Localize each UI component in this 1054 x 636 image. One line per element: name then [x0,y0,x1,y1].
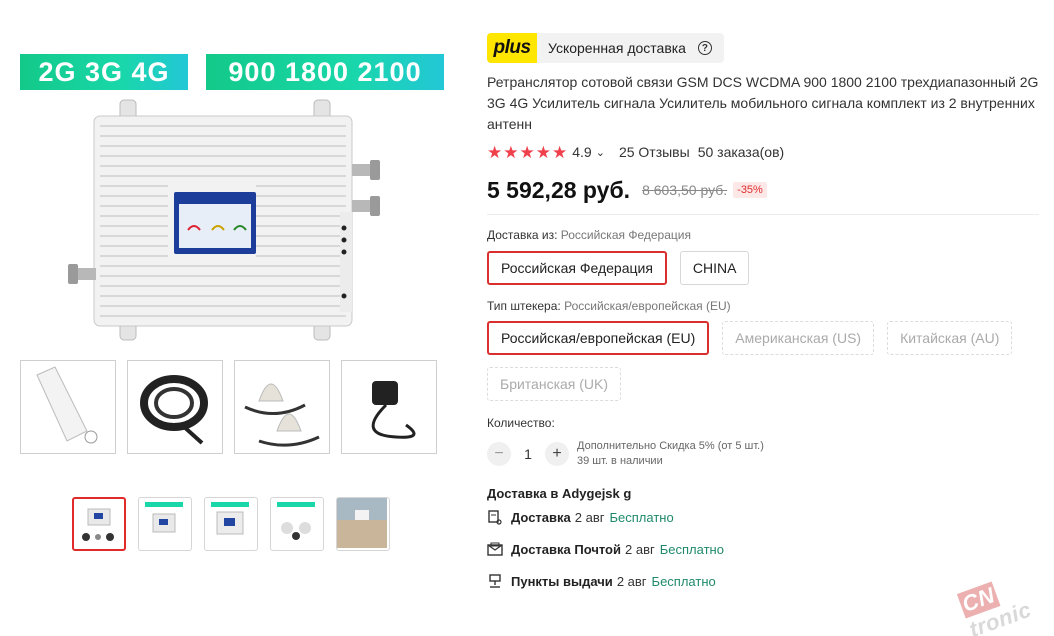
thumb-panel-antenna[interactable] [20,360,116,454]
ship-from-option-russia[interactable]: Российская Федерация [487,251,667,285]
ship-from-label-text: Доставка из: [487,228,558,242]
delivery-date: 2 авг [616,573,647,589]
image-thumb-3[interactable] [204,497,258,551]
rating-row: ★ ★ ★ ★ ★ 4.9 ⌄ 25 Отзывы 50 заказа(ов) [487,143,1042,161]
orders-count: 50 заказа(ов) [697,144,785,160]
plug-option-us[interactable]: Американская (US) [722,321,875,355]
delivery-option-courier: Доставка 2 авг Бесплатно [487,501,1042,533]
image-thumb-4[interactable] [270,497,324,551]
product-gallery: 2G 3G 4G 900 1800 2100 [0,0,470,636]
old-price: 8 603,50 руб. [642,182,728,198]
delivery-option-post: Доставка Почтой 2 авг Бесплатно [487,533,1042,565]
power-adapter-icon [371,381,416,439]
star-icon: ★ [519,142,535,162]
plus-logo: plus [487,33,537,63]
image-selector-thumbnails [72,497,390,551]
delivery-name: Пункты выдачи [511,573,613,589]
delivery-price: Бесплатно [609,509,674,525]
repeater-device-illustration [68,99,380,341]
image-thumb-2[interactable] [138,497,192,551]
plus-fast-delivery-banner[interactable]: plus Ускоренная доставка ? [487,33,724,63]
ship-from-option-china[interactable]: CHINA [679,251,750,285]
ship-from-label: Доставка из: Российская Федерация [487,228,1042,242]
star-icon: ★ [535,142,551,162]
quantity-plus-button[interactable]: + [545,442,569,466]
chevron-down-icon[interactable]: ⌄ [596,146,605,159]
star-icon: ★ [487,142,503,162]
ship-from-selected-value: Российская Федерация [560,228,691,242]
ship-from-options: Российская Федерация CHINA [487,251,1042,285]
panel-antenna-icon [36,366,98,444]
rating-value[interactable]: 4.9 [572,144,591,160]
thumb-ceiling-antennas[interactable] [234,360,330,454]
delivery-date: 2 авг [574,509,605,525]
band-tag-frequencies: 900 1800 2100 [206,54,444,90]
pickup-point-icon [487,573,503,589]
discount-badge: -35% [733,182,767,198]
stock-note: 39 шт. в наличии [577,455,663,467]
plug-option-eu[interactable]: Российская/европейская (EU) [487,321,710,355]
delivery-date: 2 авг [625,541,655,557]
quantity-stepper: − 1 + Дополнительно Скидка 5% (от 5 шт.)… [487,439,1042,469]
current-price: 5 592,28 руб. [487,176,631,203]
help-icon[interactable]: ? [697,41,712,55]
plug-type-options: Российская/европейская (EU) Американская… [487,321,1047,401]
plug-type-label: Тип штекера: Российская/европейская (EU) [487,299,1042,313]
bulk-discount-note: Дополнительно Скидка 5% (от 5 шт.) [577,440,764,452]
delivery-price: Бесплатно [659,541,724,557]
plug-type-selected-value: Российская/европейская (EU) [564,299,731,313]
plug-type-label-text: Тип штекера: [487,299,561,313]
plug-option-au[interactable]: Китайская (AU) [887,321,1013,355]
star-icon: ★ [503,142,519,162]
star-icon: ★ [552,142,568,162]
quantity-label: Количество: [487,416,555,430]
cable-coil-icon [140,375,208,445]
accessory-thumbnails [20,360,444,454]
reviews-link[interactable]: 25 Отзывы [619,144,690,160]
mail-icon [487,541,503,557]
plug-option-uk[interactable]: Британская (UK) [487,367,622,401]
product-info: plus Ускоренная доставка ? Ретранслятор … [487,33,1042,597]
quantity-input[interactable]: 1 [511,446,545,462]
quantity-note: Дополнительно Скидка 5% (от 5 шт.) 39 шт… [577,439,764,469]
price-row: 5 592,28 руб. 8 603,50 руб. -35% [487,175,1042,205]
ceiling-antenna-icon [244,383,320,447]
delivery-name: Доставка [511,509,571,525]
image-thumb-1[interactable] [72,497,126,551]
delivery-price: Бесплатно [651,573,716,589]
image-thumb-5[interactable] [336,497,390,551]
quantity-minus-button[interactable]: − [487,442,511,466]
thumb-power-adapter[interactable] [341,360,437,454]
thumb-cable-coil[interactable] [127,360,223,454]
main-product-image[interactable]: 2G 3G 4G 900 1800 2100 [18,52,446,348]
plus-delivery-text: Ускоренная доставка [548,40,686,56]
divider [487,214,1039,215]
band-tag-networks: 2G 3G 4G [20,54,188,90]
rating-stars: ★ ★ ★ ★ ★ [487,144,567,161]
courier-box-icon [487,509,503,525]
delivery-name: Доставка Почтой [511,541,621,557]
delivery-title[interactable]: Доставка в Adygejsk g [487,486,1042,501]
product-title: Ретранслятор сотовой связи GSM DCS WCDMA… [487,74,1039,132]
